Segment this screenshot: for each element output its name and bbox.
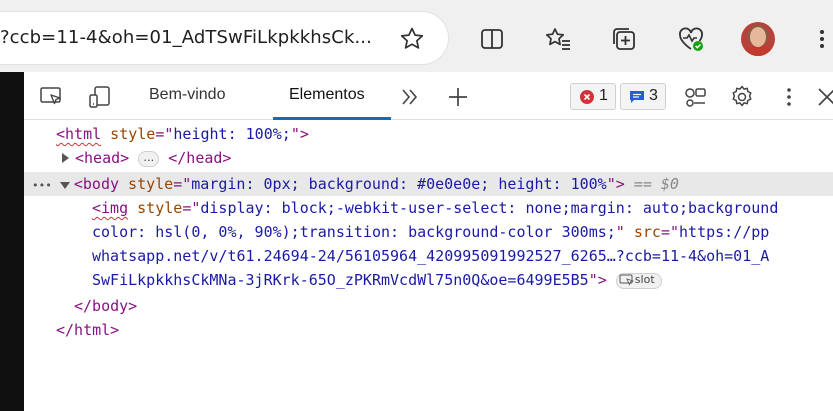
html-close-tag: </html>: [56, 321, 120, 339]
message-count: 3: [649, 87, 658, 104]
img-node-line-3[interactable]: whatsapp.net/v/t61.24694-24/56105964_420…: [92, 244, 769, 268]
more-tabs-chevron-icon[interactable]: [397, 84, 423, 110]
body-tag: <body: [73, 175, 120, 193]
star-icon[interactable]: [398, 25, 426, 53]
img-style-end-quote: ": [615, 223, 625, 241]
split-screen-icon[interactable]: [478, 25, 506, 53]
img-src-value-part1: https://pp: [679, 223, 770, 241]
slot-label: slot: [634, 272, 655, 286]
favorites-icon[interactable]: [544, 25, 572, 53]
inspect-element-icon[interactable]: [39, 84, 65, 110]
add-tab-icon[interactable]: [445, 84, 471, 110]
devtools-more-icon[interactable]: [776, 84, 802, 110]
collapse-arrow-icon[interactable]: [59, 182, 70, 189]
tab-welcome[interactable]: Bem-vindo: [149, 86, 225, 104]
html-close-bracket: ">: [290, 125, 309, 143]
slot-reveal-icon: [619, 274, 635, 286]
img-src-eq: =": [660, 223, 680, 241]
img-node-line-4[interactable]: SwFiLkpkkhsCkMNa-3jRKrk-65O_zPKRmVcdWl75…: [92, 268, 662, 292]
message-icon: [629, 90, 645, 104]
page-left-edge: [0, 72, 24, 411]
body-close-bracket: ">: [606, 175, 625, 193]
address-text[interactable]: ?ccb=11-4&oh=01_AdTSwFiLkpkkhsCk...: [0, 27, 372, 48]
device-emulation-icon[interactable]: [87, 84, 113, 110]
close-devtools-icon[interactable]: [814, 84, 833, 110]
avatar-shirt: [743, 46, 773, 56]
body-open-node[interactable]: ••• <body style="margin: 0px; background:…: [32, 172, 679, 196]
html-open-node[interactable]: <html style="height: 100%;">: [56, 122, 309, 146]
collections-icon[interactable]: [610, 25, 638, 53]
img-src-value-part3: SwFiLkpkkhsCkMNa-3jRKrk-65O_zPKRmVcdWl75…: [92, 271, 589, 289]
head-node[interactable]: <head> … </head>: [62, 146, 231, 170]
img-style-value-part1: display: block;-webkit-user-select: none…: [200, 199, 779, 217]
html-attr-name: style: [101, 125, 156, 143]
customize-icon[interactable]: [682, 84, 708, 110]
img-src-attr-name: src: [624, 223, 661, 241]
dom-tree: <html style="height: 100%;"> <head> … </…: [24, 120, 833, 411]
html-close-node[interactable]: </html>: [56, 318, 119, 342]
html-attr-eq: =": [155, 125, 174, 143]
avatar-face: [750, 27, 766, 47]
body-attr-eq: =": [173, 175, 192, 193]
devtools-toolbar: Bem-vindo Elementos 1 3: [24, 72, 833, 120]
body-close-tag: </body>: [74, 297, 138, 315]
body-attr-name: style: [119, 175, 174, 193]
tab-elements[interactable]: Elementos: [289, 86, 365, 104]
body-attr-value: margin: 0px; background: #0e0e0e; height…: [191, 175, 607, 193]
browser-essentials-icon[interactable]: [677, 25, 705, 53]
html-tag: <html: [56, 125, 102, 143]
address-bar[interactable]: ?ccb=11-4&oh=01_AdTSwFiLkpkkhsCk...: [0, 12, 448, 64]
more-menu-icon[interactable]: [812, 25, 833, 53]
img-style-value-part2: color: hsl(0, 0%, 90%);transition: backg…: [92, 223, 616, 241]
settings-gear-icon[interactable]: [729, 84, 755, 110]
img-style-attr-name: style: [128, 199, 183, 217]
error-count-badge[interactable]: 1: [570, 83, 616, 110]
expand-arrow-icon[interactable]: [62, 153, 69, 163]
img-node-line-2[interactable]: color: hsl(0, 0%, 90%);transition: backg…: [92, 220, 769, 244]
slot-badge[interactable]: slot: [615, 272, 662, 289]
collapsed-ellipsis-button[interactable]: …: [138, 150, 160, 167]
profile-avatar[interactable]: [741, 22, 775, 56]
message-count-badge[interactable]: 3: [620, 83, 666, 110]
img-tag: <img: [92, 199, 129, 217]
head-close-tag: </head>: [168, 149, 232, 167]
browser-toolbar: ?ccb=11-4&oh=01_AdTSwFiLkpkkhsCk...: [0, 0, 833, 72]
head-open-tag: <head>: [75, 149, 130, 167]
html-attr-value: height: 100%;: [173, 125, 291, 143]
body-close-node[interactable]: </body>: [74, 294, 137, 318]
selected-element-marker: == $0: [624, 175, 679, 193]
img-src-value-part2: whatsapp.net/v/t61.24694-24/56105964_420…: [92, 247, 770, 265]
row-actions-ellipsis[interactable]: •••: [32, 179, 52, 192]
img-close-bracket: ">: [588, 271, 607, 289]
img-node-line-1[interactable]: <img style="display: block;-webkit-user-…: [92, 196, 778, 220]
error-count: 1: [599, 87, 608, 104]
error-icon: [580, 90, 594, 104]
img-style-eq: =": [182, 199, 201, 217]
